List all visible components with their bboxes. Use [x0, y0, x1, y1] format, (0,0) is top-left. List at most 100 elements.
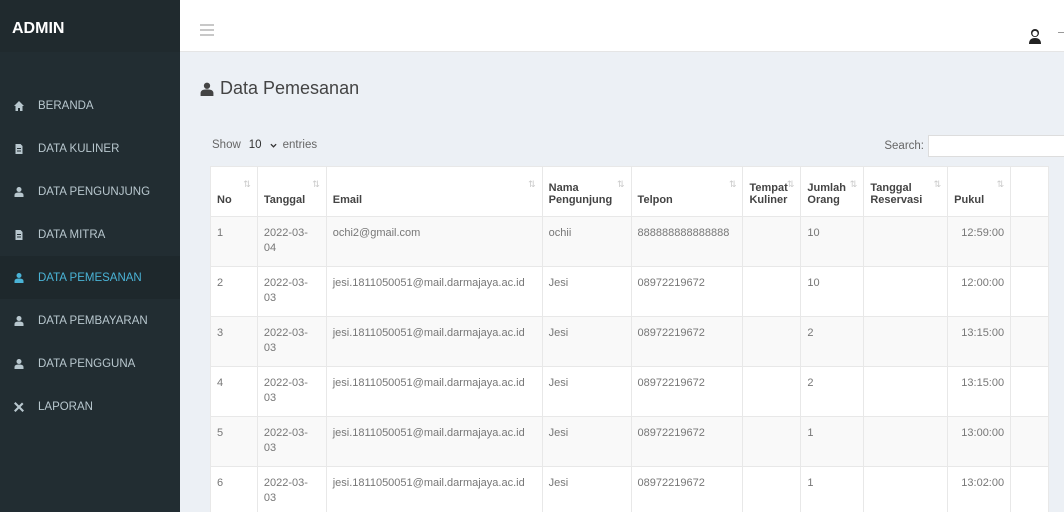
- cell-extra: [1010, 366, 1049, 417]
- cell-email: jesi.1811050051@mail.darmajaya.ac.id: [325, 266, 543, 317]
- sidebar: ADMIN BERANDA DATA KULINER DATA PENGUNJU…: [0, 0, 180, 512]
- cell-tempat: [742, 416, 802, 467]
- file-icon: [12, 142, 26, 156]
- table-container: ⇅ No ⇅ Tanggal ⇅ Email ⇅ Nama Pengunjung ⇅ Te…: [210, 166, 1064, 512]
- cell-pukul: 12:59:00: [947, 216, 1012, 267]
- cell-email: jesi.1811050051@mail.darmajaya.ac.id: [325, 466, 543, 512]
- cell-nama: Jesi: [541, 466, 632, 512]
- cell-telpon: 08972219672: [630, 466, 744, 512]
- column-header-pukul[interactable]: ⇅ Pukul: [947, 166, 1012, 217]
- cell-reservasi: [863, 366, 949, 417]
- cell-telpon: 08972219672: [630, 316, 744, 367]
- sort-icon: ⇅: [786, 179, 795, 189]
- cell-no: 6: [210, 466, 258, 512]
- cell-email: jesi.1811050051@mail.darmajaya.ac.id: [325, 316, 543, 367]
- cell-email: jesi.1811050051@mail.darmajaya.ac.id: [325, 366, 543, 417]
- cell-no: 4: [210, 366, 258, 417]
- sidebar-menu: BERANDA DATA KULINER DATA PENGUNJUNG DAT…: [0, 84, 180, 428]
- search-input[interactable]: [928, 135, 1064, 157]
- sort-icon: ⇅: [996, 179, 1005, 189]
- file-icon: [12, 228, 26, 242]
- cell-pukul: 13:15:00: [947, 366, 1012, 417]
- brand-title[interactable]: ADMIN: [0, 0, 180, 52]
- user-icon: [12, 185, 26, 199]
- sidebar-item-data-pengunjung[interactable]: DATA PENGUNJUNG: [0, 170, 180, 213]
- cell-jumlah: 10: [800, 266, 865, 317]
- cell-extra: [1010, 466, 1049, 512]
- sidebar-item-beranda[interactable]: BERANDA: [0, 84, 180, 127]
- column-header-telpon[interactable]: ⇅ Telpon: [630, 166, 744, 217]
- cell-extra: [1010, 216, 1049, 267]
- column-header-no[interactable]: ⇅ No: [210, 166, 258, 217]
- table-row: 2 2022-03-03 jesi.1811050051@mail.darmaj…: [210, 266, 1049, 317]
- table-row: 5 2022-03-03 jesi.1811050051@mail.darmaj…: [210, 416, 1049, 467]
- cell-email: ochi2@gmail.com: [325, 216, 543, 267]
- cell-reservasi: [863, 466, 949, 512]
- cell-tempat: [742, 366, 802, 417]
- cell-tanggal: 2022-03-03: [256, 366, 327, 417]
- cell-jumlah: 2: [800, 316, 865, 367]
- column-header-tanggal[interactable]: ⇅ Tanggal: [256, 166, 327, 217]
- cell-reservasi: [863, 216, 949, 267]
- column-header-tempat-kuliner[interactable]: ⇅ Tempat Kuliner: [742, 166, 802, 217]
- dropdown-caret-icon[interactable]: [1058, 32, 1064, 40]
- cell-tanggal: 2022-03-03: [256, 316, 327, 367]
- cell-tempat: [742, 316, 802, 367]
- cell-reservasi: [863, 416, 949, 467]
- show-label: Show: [212, 139, 241, 151]
- sidebar-item-data-mitra[interactable]: DATA MITRA: [0, 213, 180, 256]
- table-row: 6 2022-03-03 jesi.1811050051@mail.darmaj…: [210, 466, 1049, 512]
- cell-reservasi: [863, 316, 949, 367]
- cell-pukul: 13:00:00: [947, 416, 1012, 467]
- sidebar-item-label: DATA PENGGUNA: [38, 357, 136, 370]
- sidebar-item-data-pengguna[interactable]: DATA PENGGUNA: [0, 342, 180, 385]
- cell-telpon: 08972219672: [630, 366, 744, 417]
- cell-tanggal: 2022-03-03: [256, 266, 327, 317]
- entries-select[interactable]: 10: [249, 139, 277, 151]
- sidebar-item-label: DATA PEMBAYARAN: [38, 314, 148, 327]
- sidebar-item-label: DATA MITRA: [38, 228, 106, 241]
- table-row: 1 2022-03-04 ochi2@gmail.com ochii 88888…: [210, 216, 1049, 267]
- cell-pukul: 12:00:00: [947, 266, 1012, 317]
- cell-no: 1: [210, 216, 258, 267]
- cell-tanggal: 2022-03-03: [256, 416, 327, 467]
- show-entries: Show 10 entries: [212, 139, 317, 151]
- cell-tempat: [742, 216, 802, 267]
- user-icon: [200, 82, 214, 96]
- cell-reservasi: [863, 266, 949, 317]
- sidebar-item-laporan[interactable]: LAPORAN: [0, 385, 180, 428]
- search-label: Search:: [884, 140, 924, 152]
- sidebar-item-data-pembayaran[interactable]: DATA PEMBAYARAN: [0, 299, 180, 342]
- tools-icon: [12, 400, 26, 414]
- table-row: 3 2022-03-03 jesi.1811050051@mail.darmaj…: [210, 316, 1049, 367]
- hamburger-menu-icon[interactable]: [200, 24, 214, 36]
- sidebar-item-data-kuliner[interactable]: DATA KULINER: [0, 127, 180, 170]
- sort-icon: ⇅: [617, 179, 625, 189]
- cell-nama: Jesi: [541, 266, 632, 317]
- search-area: Search:: [884, 135, 1064, 157]
- cell-tempat: [742, 266, 802, 317]
- cell-pukul: 13:02:00: [947, 466, 1012, 512]
- cell-jumlah: 1: [800, 416, 865, 467]
- user-avatar-icon[interactable]: [1028, 28, 1042, 44]
- column-header-jumlah-orang[interactable]: ⇅ Jumlah Orang: [800, 166, 865, 217]
- column-header-email[interactable]: ⇅ Email: [325, 166, 543, 217]
- sort-icon: ⇅: [528, 179, 536, 189]
- column-header-nama-pengunjung[interactable]: ⇅ Nama Pengunjung: [541, 166, 632, 217]
- column-header-tanggal-reservasi[interactable]: ⇅ Tanggal Reservasi: [863, 166, 949, 217]
- sidebar-item-data-pemesanan[interactable]: DATA PEMESANAN: [0, 256, 180, 299]
- user-icon: [12, 271, 26, 285]
- user-icon: [12, 314, 26, 328]
- sidebar-item-label: DATA KULINER: [38, 142, 120, 155]
- sidebar-item-label: DATA PEMESANAN: [38, 271, 142, 284]
- data-table: ⇅ No ⇅ Tanggal ⇅ Email ⇅ Nama Pengunjung ⇅ Te…: [210, 166, 1049, 512]
- cell-no: 3: [210, 316, 258, 367]
- user-icon: [12, 357, 26, 371]
- cell-nama: Jesi: [541, 366, 632, 417]
- table-controls: Show 10 entries Search:: [212, 135, 1064, 157]
- cell-nama: Jesi: [541, 416, 632, 467]
- sidebar-item-label: BERANDA: [38, 99, 94, 112]
- table-row: 4 2022-03-03 jesi.1811050051@mail.darmaj…: [210, 366, 1049, 417]
- cell-jumlah: 1: [800, 466, 865, 512]
- cell-jumlah: 2: [800, 366, 865, 417]
